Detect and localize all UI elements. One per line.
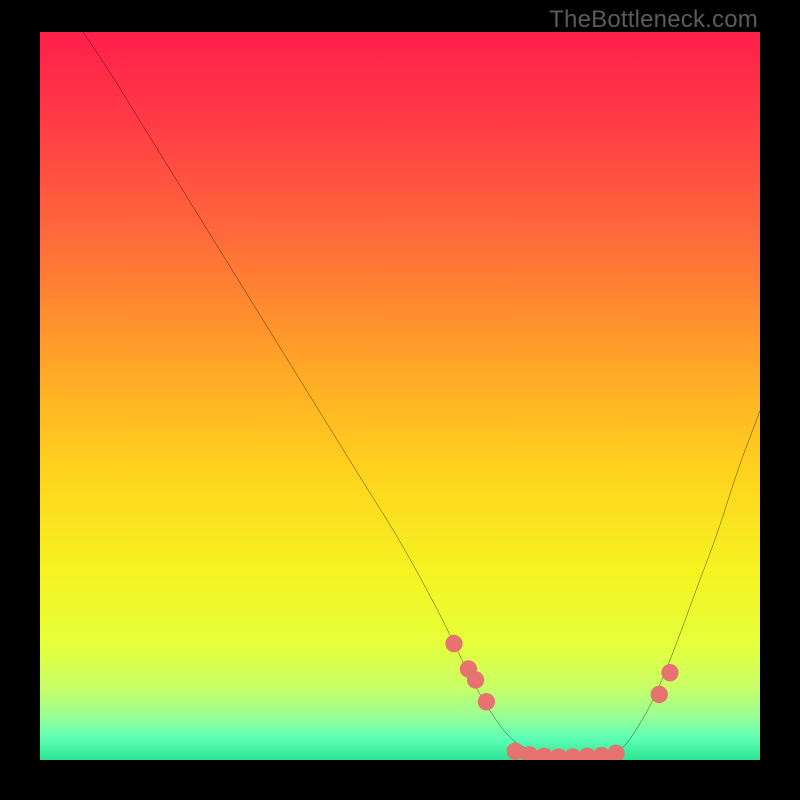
highlight-dot: [661, 664, 678, 681]
chart-svg: [40, 32, 760, 760]
chart-frame: TheBottleneck.com: [0, 0, 800, 800]
bottleneck-curve: [83, 32, 760, 758]
highlight-dot: [478, 693, 495, 710]
plot-area: [40, 32, 760, 760]
watermark-text: TheBottleneck.com: [549, 6, 758, 34]
highlight-dots: [445, 635, 678, 760]
highlight-dot: [467, 671, 484, 688]
highlight-dot: [507, 743, 524, 760]
highlight-dot: [651, 686, 668, 703]
highlight-dot: [607, 745, 624, 760]
highlight-dot: [445, 635, 462, 652]
